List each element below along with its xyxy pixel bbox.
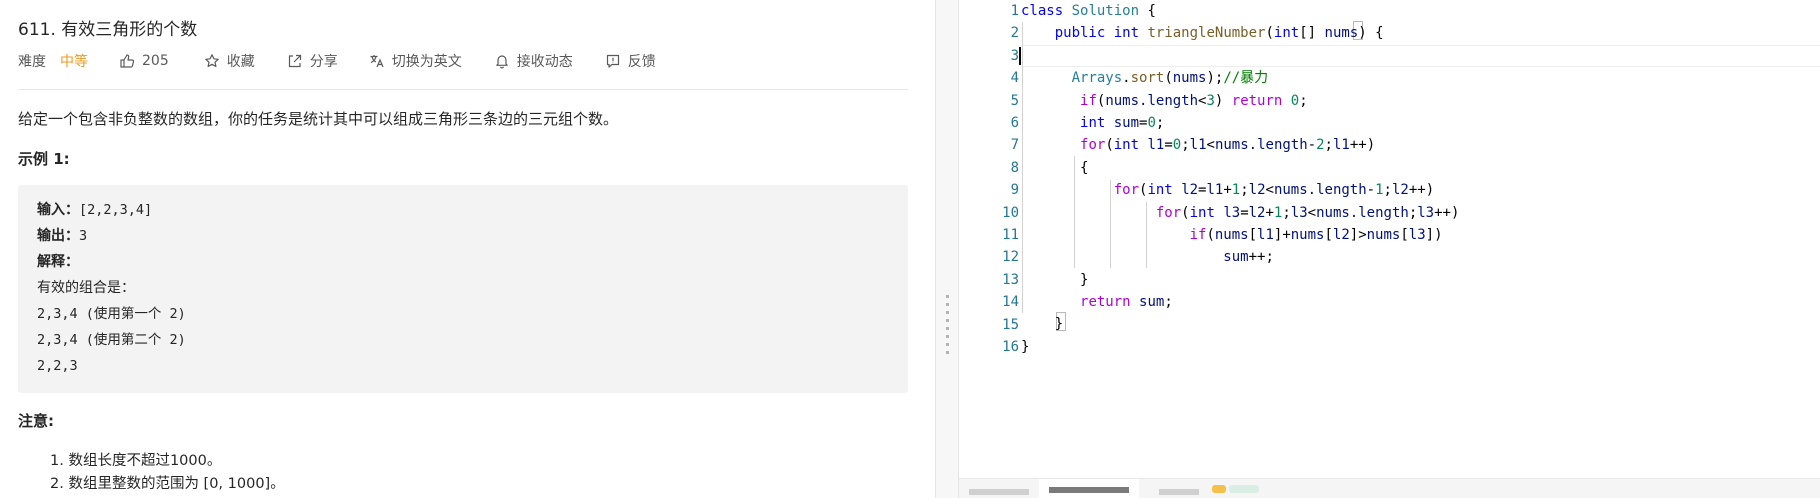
line-number: 13 [1002,271,1019,288]
example-input-line: 输入：[2,2,3,4] [37,197,186,223]
example-explain-text: 2,3,4 (使用第一个 2) [37,306,186,322]
line-number: 12 [1002,249,1019,266]
share-label: 分享 [309,54,338,70]
like-count: 205 [142,53,169,69]
problem-meta-bar: 难度 中等 205 收藏 分享 切换为英文 接收动态 反馈 [18,50,656,72]
code-text-area[interactable]: class Solution { public int triangleNumb… [1019,0,1820,478]
line-number: 1 [1010,3,1019,19]
problem-panel: 611. 有效三角形的个数 难度 中等 205 收藏 分享 切换为英文 接收动态… [0,0,935,498]
example-output-label: 输出： [37,228,79,244]
code-line-13: } [1080,271,1089,288]
example-explain-text: 2,3,4 (使用第二个 2) [37,332,186,348]
star-icon [204,53,220,69]
code-line-15: } [1054,316,1064,333]
favorite-button[interactable]: 收藏 [204,51,255,71]
tab-testcase[interactable] [969,489,1029,495]
example-block: 输入：[2,2,3,4] 输出：3 解释： 有效的组合是： 2,3,4 (使用第… [18,185,908,393]
line-number: 9 [1010,182,1019,199]
example-explain-label: 解释： [37,254,79,270]
line-number: 8 [1010,159,1019,176]
line-number: 15 [1002,316,1019,333]
status-badge [1229,485,1259,493]
status-badge [1212,485,1226,493]
favorite-label: 收藏 [226,54,255,70]
feedback-icon [605,53,621,69]
like-button[interactable]: 205 [119,53,169,69]
line-number: 6 [1010,115,1019,132]
line-number: 11 [1002,227,1019,244]
note-list: 1. 数组长度不超过1000。 2. 数组里整数的范围为 [0, 1000]。 [50,450,285,496]
code-line-1: class Solution { [1021,3,1156,19]
share-icon [287,53,303,69]
line-number: 4 [1010,70,1019,87]
translate-label: 切换为英文 [391,54,462,70]
line-number: 10 [1002,204,1019,221]
code-line-16: } [1021,338,1030,355]
code-line-12: sum++; [1223,249,1274,266]
problem-description: 给定一个包含非负整数的数组，你的任务是统计其中可以组成三角形三条边的三元组个数。 [18,110,619,128]
tab-debug[interactable] [1159,489,1199,495]
note-heading: 注意: [18,412,54,430]
code-line-5: if(nums.length<3) return 0; [1080,92,1308,109]
example-explain-line: 解释： [37,249,186,275]
line-number: 3 [1010,47,1019,64]
code-line-11: if(nums[l1]+nums[l2]>nums[l3]) [1189,226,1443,243]
translate-button[interactable]: 切换为英文 [369,51,462,71]
line-number: 7 [1010,137,1019,154]
console-tab-bar [959,478,1820,498]
tab-result[interactable] [1039,479,1139,498]
code-lines: class Solution { public int triangleNumb… [1021,0,1459,358]
subscribe-button[interactable]: 接收动态 [494,51,573,71]
splitter-grip-icon[interactable] [946,295,949,355]
code-editor[interactable]: 1 2 3 4 5 6 7 8 9 10 11 12 13 14 15 16 c… [959,0,1820,498]
difficulty-value: 中等 [60,54,88,70]
bell-icon [494,53,510,69]
panel-splitter[interactable] [935,0,959,498]
code-line-10: for(int l3=l2+1;l3<nums.length;l3++) [1155,204,1460,221]
code-line-14: return sum; [1080,294,1173,311]
code-line-7: for(int l1=0;l1<nums.length-2;l1++) [1080,137,1376,154]
code-line-4: Arrays.sort(nums);//暴力 [1071,70,1269,87]
example-output-line: 输出：3 [37,223,186,249]
code-line-2: public int triangleNumber(int[] nums) { [1054,25,1384,42]
line-number: 2 [1010,25,1019,42]
difficulty-label: 难度 [18,54,46,70]
line-number: 16 [1002,339,1019,356]
example-input-value: [2,2,3,4] [79,202,153,218]
example-heading: 示例 1: [18,150,70,168]
code-line-8: { [1080,159,1089,176]
problem-title: 611. 有效三角形的个数 [18,20,198,40]
example-input-label: 输入： [37,202,79,218]
feedback-button[interactable]: 反馈 [605,51,656,71]
translate-icon [369,53,385,69]
thumbs-up-icon [119,53,135,69]
share-button[interactable]: 分享 [287,51,338,71]
meta-divider [18,89,908,90]
code-line-6: int sum=0; [1080,114,1165,131]
line-number: 14 [1002,294,1019,311]
example-explain-text: 有效的组合是： [37,280,135,296]
example-output-value: 3 [79,228,88,244]
code-line-9: for(int l2=l1+1;l2<nums.length-1;l2++) [1113,182,1435,199]
subscribe-label: 接收动态 [516,54,573,70]
example-explain-text: 2,2,3 [37,358,78,374]
note-item: 1. 数组长度不超过1000。 [50,453,222,469]
feedback-label: 反馈 [627,54,656,70]
line-number: 5 [1010,92,1019,109]
note-item: 2. 数组里整数的范围为 [0, 1000]。 [50,476,285,492]
line-number-gutter: 1 2 3 4 5 6 7 8 9 10 11 12 13 14 15 16 [959,0,1019,478]
